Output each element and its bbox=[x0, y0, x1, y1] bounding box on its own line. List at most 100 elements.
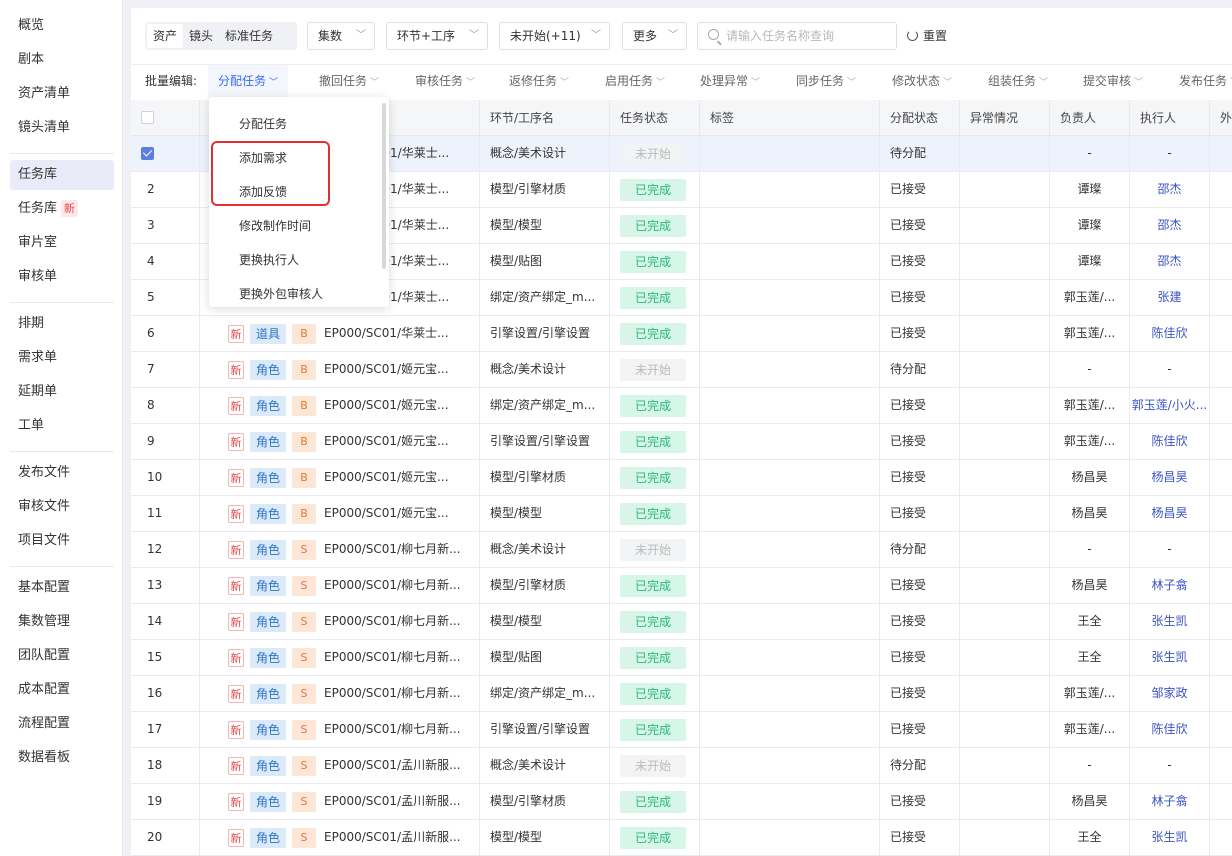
sidebar-item-task-library-new[interactable]: 任务库新 bbox=[10, 194, 114, 224]
segment-shot[interactable]: 镜头 bbox=[183, 24, 219, 48]
table-row[interactable]: 7 新角色 B EP000/SC01/姬元宝... 概念/美术设计 未开始 待分配 - - bbox=[131, 352, 1232, 388]
table-row[interactable]: 10 新角色 B EP000/SC01/姬元宝... 模型/引擎材质 已完成 已接受 杨昌昊杨… bbox=[131, 460, 1232, 496]
table-row[interactable]: 14 新角色 S EP000/SC01/柳七月新... 模型/模型 已完成 已接受 王全 张生凯 bbox=[131, 604, 1232, 640]
column-header-3[interactable]: 任务状态 bbox=[610, 100, 700, 136]
column-header-9[interactable]: 外 bbox=[1210, 100, 1232, 136]
column-header-5[interactable]: 分配状态 bbox=[880, 100, 960, 136]
step-cell: 绑定/资产绑定_m... bbox=[480, 676, 610, 711]
executor-cell[interactable]: 邵杰 bbox=[1130, 244, 1210, 279]
task-status-badge: 已完成 bbox=[620, 646, 686, 669]
executor-cell[interactable]: 张生凯 bbox=[1130, 640, 1210, 675]
batch-action-10[interactable]: 发布任务﹀ bbox=[1179, 65, 1232, 99]
sidebar-item-team-config[interactable]: 团队配置 bbox=[10, 641, 114, 671]
sidebar-item-cost-config[interactable]: 成本配置 bbox=[10, 675, 114, 705]
sidebar-item-publish-files[interactable]: 发布文件 bbox=[10, 458, 114, 488]
batch-edit-label: 批量编辑: bbox=[145, 74, 198, 88]
task-search-input[interactable] bbox=[726, 23, 894, 49]
executor-cell[interactable]: 林子翕 bbox=[1130, 568, 1210, 603]
sidebar-item-shot-list[interactable]: 镜头清单 bbox=[10, 113, 114, 143]
table-row[interactable]: 6 新道具 B EP000/SC01/华莱士... 引擎设置/引擎设置 已完成 已接受 郭玉莲… bbox=[131, 316, 1232, 352]
sidebar-item-schedule[interactable]: 排期 bbox=[10, 309, 114, 339]
executor-cell[interactable]: 邹家政 bbox=[1130, 676, 1210, 711]
segment-standard-task[interactable]: 标准任务 bbox=[219, 24, 279, 48]
sidebar-item-review-files[interactable]: 审核文件 bbox=[10, 492, 114, 522]
table-row[interactable]: 19 新角色 S EP000/SC01/孟川新服... 模型/引擎材质 已完成 已接受 杨昌昊… bbox=[131, 784, 1232, 820]
table-row[interactable]: 18 新角色 S EP000/SC01/孟川新服... 概念/美术设计 未开始 待分配 - - bbox=[131, 748, 1232, 784]
sidebar-item-delay-sheet[interactable]: 延期单 bbox=[10, 377, 114, 407]
sidebar-item-asset-list[interactable]: 资产清单 bbox=[10, 79, 114, 109]
executor-cell[interactable]: 邵杰 bbox=[1130, 208, 1210, 243]
episode-select[interactable]: 集数 ﹀ bbox=[307, 22, 375, 50]
table-row[interactable]: 15 新角色 S EP000/SC01/柳七月新... 模型/贴图 已完成 已接受 王全 张生凯 bbox=[131, 640, 1232, 676]
batch-action-0[interactable]: 分配任务 ﹀ bbox=[208, 65, 289, 99]
select-all-checkbox[interactable] bbox=[141, 111, 154, 124]
sidebar-item-review-sheet[interactable]: 审核单 bbox=[10, 262, 114, 292]
sidebar-item-workflow-config[interactable]: 流程配置 bbox=[10, 709, 114, 739]
executor-cell[interactable]: 杨昌昊 bbox=[1130, 496, 1210, 531]
dropdown-item-assign-task[interactable]: 分配任务 bbox=[209, 107, 381, 141]
executor-cell[interactable]: 郭玉莲/小火... bbox=[1130, 388, 1210, 423]
asset-name: EP000/SC01/姬元宝... bbox=[324, 362, 449, 376]
executor-cell[interactable]: 杨昌昊 bbox=[1130, 460, 1210, 495]
sidebar-item-data-dashboard[interactable]: 数据看板 bbox=[10, 743, 114, 773]
executor-cell[interactable]: 陈佳欣 bbox=[1130, 316, 1210, 351]
batch-action-3[interactable]: 返修任务 ﹀ bbox=[509, 65, 569, 99]
table-row[interactable]: 9 新角色 B EP000/SC01/姬元宝... 引擎设置/引擎设置 已完成 已接受 郭玉莲… bbox=[131, 424, 1232, 460]
batch-action-5[interactable]: 处理异常 ﹀ bbox=[700, 65, 760, 99]
step-cell: 模型/模型 bbox=[480, 604, 610, 639]
batch-action-6[interactable]: 同步任务 ﹀ bbox=[796, 65, 856, 99]
dropdown-scrollbar[interactable] bbox=[382, 103, 386, 269]
outsource-cell bbox=[1210, 208, 1232, 243]
column-header-4[interactable]: 标签 bbox=[700, 100, 880, 136]
step-process-select[interactable]: 环节+工序 ﹀ bbox=[386, 22, 488, 50]
asset-grade-tag: S bbox=[292, 575, 317, 596]
table-row[interactable]: 8 新角色 B EP000/SC01/姬元宝... 绑定/资产绑定_m... 已完成 已接受… bbox=[131, 388, 1232, 424]
sidebar-item-review-room[interactable]: 审片室 bbox=[10, 228, 114, 258]
row-number: 12 bbox=[131, 532, 200, 567]
batch-action-9[interactable]: 提交审核 ﹀ bbox=[1083, 65, 1143, 99]
column-header-2[interactable]: 环节/工序名 bbox=[480, 100, 610, 136]
new-tag: 新 bbox=[228, 828, 244, 847]
executor-cell[interactable]: 张生凯 bbox=[1130, 820, 1210, 855]
table-row[interactable]: 11 新角色 B EP000/SC01/姬元宝... 模型/模型 已完成 已接受 杨昌昊 杨昌昊 bbox=[131, 496, 1232, 532]
sidebar-item-requirement-sheet[interactable]: 需求单 bbox=[10, 343, 114, 373]
executor-cell[interactable]: 邵杰 bbox=[1130, 172, 1210, 207]
column-header-7[interactable]: 负责人 bbox=[1050, 100, 1130, 136]
column-header-8[interactable]: 执行人 bbox=[1130, 100, 1210, 136]
dropdown-item-edit-production-time[interactable]: 修改制作时间 bbox=[209, 209, 381, 243]
table-row[interactable]: 17 新角色 S EP000/SC01/柳七月新... 引擎设置/引擎设置 已完成 已接受 郭… bbox=[131, 712, 1232, 748]
sidebar-item-overview[interactable]: 概览 bbox=[10, 11, 114, 41]
batch-action-2[interactable]: 审核任务 ﹀ bbox=[415, 65, 475, 99]
sidebar-item-task-library[interactable]: 任务库 bbox=[10, 160, 114, 190]
sidebar-item-label: 流程配置 bbox=[18, 716, 71, 731]
status-select[interactable]: 未开始(+11) ﹀ bbox=[499, 22, 610, 50]
executor-cell[interactable]: 陈佳欣 bbox=[1130, 712, 1210, 747]
reset-button[interactable]: 重置 bbox=[907, 22, 947, 50]
sidebar-item-basic-config[interactable]: 基本配置 bbox=[10, 573, 114, 603]
more-select[interactable]: 更多 ﹀ bbox=[622, 22, 687, 50]
batch-action-4[interactable]: 启用任务 ﹀ bbox=[605, 65, 665, 99]
table-row[interactable]: 12 新角色 S EP000/SC01/柳七月新... 概念/美术设计 未开始 待分配 - - bbox=[131, 532, 1232, 568]
owner-cell: 谭璨 bbox=[1050, 172, 1130, 207]
sidebar-item-work-order[interactable]: 工单 bbox=[10, 411, 114, 441]
sidebar-item-project-files[interactable]: 项目文件 bbox=[10, 526, 114, 556]
table-row[interactable]: 16 新角色 S EP000/SC01/柳七月新... 绑定/资产绑定_m... 已完成 已… bbox=[131, 676, 1232, 712]
table-row[interactable]: 13 新角色 S EP000/SC01/柳七月新... 模型/引擎材质 已完成 已接受 杨昌昊… bbox=[131, 568, 1232, 604]
sidebar-item-label: 资产清单 bbox=[18, 86, 71, 101]
sidebar-item-episode-management[interactable]: 集数管理 bbox=[10, 607, 114, 637]
sidebar-item-script[interactable]: 剧本 bbox=[10, 45, 114, 75]
executor-cell[interactable]: 张生凯 bbox=[1130, 604, 1210, 639]
executor-cell[interactable]: 林子翕 bbox=[1130, 784, 1210, 819]
dropdown-item-change-outsource-reviewer[interactable]: 更换外包审核人 bbox=[209, 277, 381, 307]
executor-cell[interactable]: 陈佳欣 bbox=[1130, 424, 1210, 459]
table-row[interactable]: 20 新角色 S EP000/SC01/孟川新服... 模型/模型 已完成 已接受 王全 张生凯 bbox=[131, 820, 1232, 856]
batch-action-8[interactable]: 组装任务 ﹀ bbox=[988, 65, 1048, 99]
row-checkbox[interactable] bbox=[141, 147, 154, 160]
dropdown-item-change-executor[interactable]: 更换执行人 bbox=[209, 243, 381, 277]
column-header-6[interactable]: 异常情况 bbox=[960, 100, 1050, 136]
segment-asset[interactable]: 资产 bbox=[147, 24, 184, 48]
batch-action-1[interactable]: 撤回任务 ﹀ bbox=[319, 65, 379, 99]
new-tag: 新 bbox=[228, 720, 244, 739]
executor-cell[interactable]: 张建 bbox=[1130, 280, 1210, 315]
batch-action-7[interactable]: 修改状态 ﹀ bbox=[892, 65, 952, 99]
